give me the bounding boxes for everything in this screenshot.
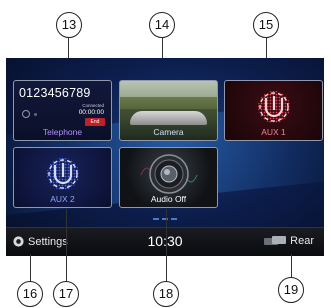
callout-16: 16 [17, 281, 43, 307]
camera-tile[interactable]: Camera [119, 80, 218, 141]
page-dot [153, 218, 159, 220]
page-dot [171, 218, 177, 220]
callout-13: 13 [56, 12, 82, 38]
audio-off-label: Audio Off [150, 194, 187, 204]
volume-knob-icon [22, 110, 30, 118]
telephone-label: Telephone [42, 127, 83, 137]
callout-18-leader [166, 209, 167, 282]
phone-number: 0123456789 [19, 86, 91, 100]
page-dot [162, 218, 168, 220]
callout-17: 17 [53, 281, 79, 307]
aux1-label: AUX 1 [261, 127, 286, 137]
aux-input-icon [46, 158, 79, 190]
bottom-bar: Settings 10:30 Rear [6, 227, 324, 256]
rear-display-icon [264, 236, 287, 245]
audio-off-tile[interactable]: Audio Off [119, 147, 218, 208]
aux2-tile[interactable]: AUX 2 [13, 147, 112, 208]
callout-19: 19 [278, 277, 304, 303]
aux-input-icon [257, 91, 290, 123]
rear-button[interactable]: Rear [263, 235, 314, 247]
indicator-dot [34, 113, 37, 116]
rear-label: Rear [290, 235, 314, 247]
callout-18: 18 [153, 281, 179, 307]
page-indicator [153, 218, 177, 220]
settings-button[interactable]: Settings [12, 235, 68, 248]
callout-16-leader [30, 254, 31, 282]
callout-13-leader [68, 38, 69, 60]
camera-label: Camera [153, 127, 184, 137]
telephone-tile[interactable]: 0123456789 Connected 00:00:00 End Teleph… [13, 80, 112, 141]
callout-14: 14 [149, 12, 175, 38]
head-unit-screen: 0123456789 Connected 00:00:00 End Teleph… [6, 58, 324, 256]
aux1-tile[interactable]: AUX 1 [224, 80, 323, 141]
aux2-label: AUX 2 [50, 194, 75, 204]
end-call-button[interactable]: End [85, 118, 105, 126]
callout-17-leader [66, 209, 67, 282]
camera-preview-bumper [130, 111, 207, 125]
call-status: Connected [82, 103, 104, 108]
speaker-icon [140, 154, 197, 194]
clock: 10:30 [147, 233, 183, 249]
settings-label: Settings [28, 235, 68, 248]
call-timer: 00:00:00 [78, 109, 104, 116]
callout-15: 15 [253, 12, 279, 38]
camera-preview-trees [120, 97, 217, 109]
callout-19-leader [291, 254, 292, 278]
gear-icon [13, 236, 24, 247]
